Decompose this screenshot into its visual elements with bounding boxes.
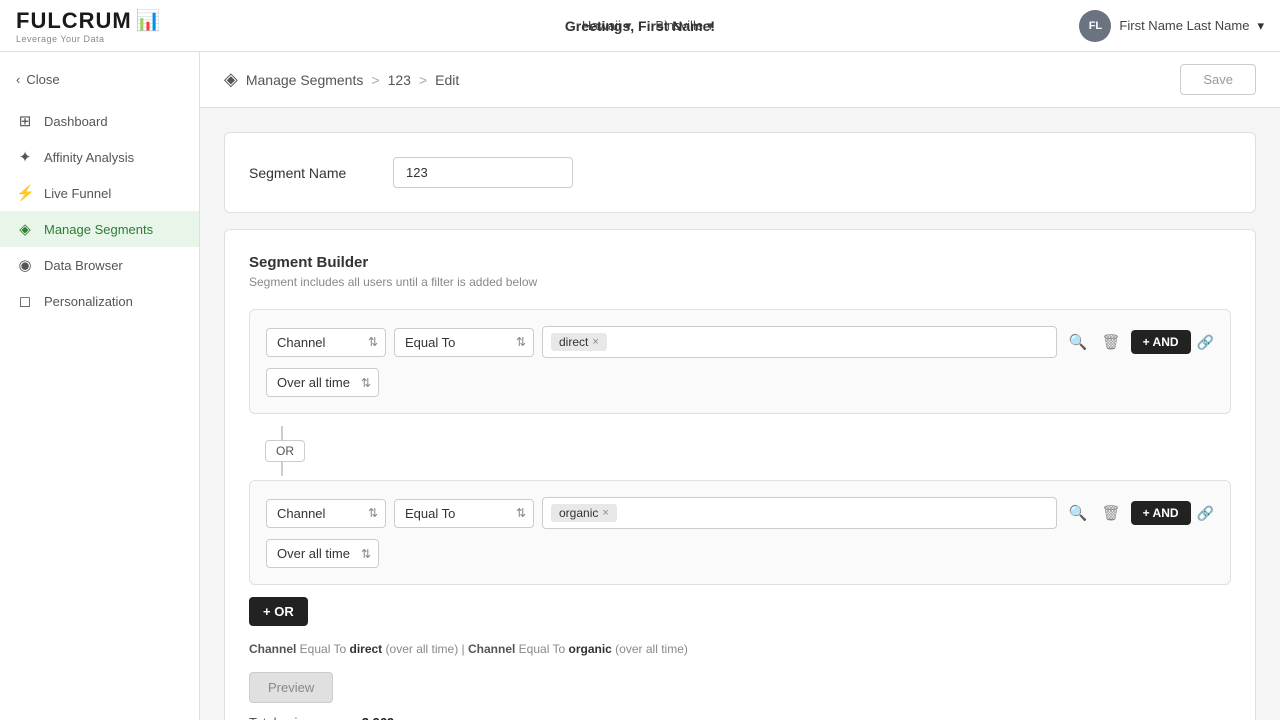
remove-tag-direct[interactable]: × <box>592 336 598 348</box>
topbar: FULCRUM 📊 Leverage Your Data Hawaii ▾ Bi… <box>0 0 1280 52</box>
search-button-2[interactable]: 🔍 <box>1065 500 1092 526</box>
personalization-icon: ◻ <box>16 292 34 310</box>
dashboard-icon: ⊞ <box>16 112 34 130</box>
preview-button[interactable]: Preview <box>249 672 333 703</box>
filter-actions-1: 🔍 🗑 + AND 🔗 <box>1065 329 1214 355</box>
save-button[interactable]: Save <box>1180 64 1256 95</box>
time-select-wrap-2: Over all time <box>266 539 379 568</box>
breadcrumb-sep2: > <box>419 72 427 88</box>
segments-icon: ◈ <box>16 220 34 238</box>
remove-tag-organic[interactable]: × <box>602 507 608 519</box>
filter-tags-area-2: organic × <box>542 497 1057 529</box>
builder-subtitle: Segment includes all users until a filte… <box>249 275 1231 289</box>
or-label: OR <box>265 440 305 462</box>
channel-select-wrap-2: Channel <box>266 499 386 528</box>
add-and-button-2[interactable]: + AND <box>1131 501 1191 525</box>
channel-select-1[interactable]: Channel <box>266 328 386 357</box>
close-button[interactable]: ‹ Close <box>0 64 199 95</box>
filter-group-2: Channel Equal To organic × <box>249 480 1231 585</box>
channel-select-wrap-1: Channel <box>266 328 386 357</box>
filter-row-1: Channel Equal To direct × <box>266 326 1214 358</box>
link-button-2[interactable]: 🔗 <box>1197 505 1214 522</box>
segment-name-row: Segment Name <box>249 157 1231 188</box>
greeting: Greetings, First Name! <box>565 18 715 34</box>
segment-name-input[interactable] <box>393 157 573 188</box>
chevron-left-icon: ‹ <box>16 72 20 87</box>
search-button-1[interactable]: 🔍 <box>1065 329 1092 355</box>
breadcrumb-icon: ◈ <box>224 69 238 90</box>
affinity-icon: ✦ <box>16 148 34 166</box>
or-connector: OR <box>265 426 1231 476</box>
total-users: Total unique users: 3,969 <box>249 715 1231 720</box>
layout: ‹ Close ⊞ Dashboard ✦ Affinity Analysis … <box>0 52 1280 720</box>
user-name: First Name Last Name <box>1119 18 1249 33</box>
segment-name-label: Segment Name <box>249 165 369 181</box>
filter-row-2: Channel Equal To organic × <box>266 497 1214 529</box>
filter-time-row-2: Over all time <box>266 539 1214 568</box>
channel-select-2[interactable]: Channel <box>266 499 386 528</box>
sidebar: ‹ Close ⊞ Dashboard ✦ Affinity Analysis … <box>0 52 200 720</box>
chevron-down-icon: ▾ <box>1257 18 1264 34</box>
page-header: ◈ Manage Segments > 123 > Edit Save <box>200 52 1280 108</box>
sidebar-item-databrowser[interactable]: ◉ Data Browser <box>0 247 199 283</box>
page-content: Segment Name Segment Builder Segment inc… <box>200 108 1280 720</box>
logo: FULCRUM 📊 Leverage Your Data <box>16 8 216 44</box>
condition-select-wrap-2: Equal To <box>394 499 534 528</box>
breadcrumb-action: Edit <box>435 72 459 88</box>
sidebar-item-dashboard[interactable]: ⊞ Dashboard <box>0 103 199 139</box>
sidebar-item-affinity[interactable]: ✦ Affinity Analysis <box>0 139 199 175</box>
segment-name-card: Segment Name <box>224 132 1256 213</box>
condition-select-2[interactable]: Equal To <box>394 499 534 528</box>
filter-time-row-1: Over all time <box>266 368 1214 397</box>
time-select-wrap-1: Over all time <box>266 368 379 397</box>
filter-summary: Channel Equal To direct (over all time) … <box>249 642 1231 656</box>
condition-select-1[interactable]: Equal To <box>394 328 534 357</box>
time-select-1[interactable]: Over all time <box>266 368 379 397</box>
delete-button-1[interactable]: 🗑 <box>1098 329 1125 355</box>
builder-title: Segment Builder <box>249 254 1231 271</box>
logo-name: FULCRUM 📊 <box>16 8 162 34</box>
filter-tags-area-1: direct × <box>542 326 1057 358</box>
add-and-button-1[interactable]: + AND <box>1131 330 1191 354</box>
breadcrumb-sep1: > <box>371 72 379 88</box>
user-menu[interactable]: FL First Name Last Name ▾ <box>1079 10 1264 42</box>
main-content: ◈ Manage Segments > 123 > Edit Save Segm… <box>200 52 1280 720</box>
filter-group-1: Channel Equal To direct × <box>249 309 1231 414</box>
delete-button-2[interactable]: 🗑 <box>1098 500 1125 526</box>
databrowser-icon: ◉ <box>16 256 34 274</box>
funnel-icon: ⚡ <box>16 184 34 202</box>
filter-tag-organic: organic × <box>551 504 617 522</box>
filter-actions-2: 🔍 🗑 + AND 🔗 <box>1065 500 1214 526</box>
time-select-2[interactable]: Over all time <box>266 539 379 568</box>
link-button-1[interactable]: 🔗 <box>1197 334 1214 351</box>
add-or-button[interactable]: + OR <box>249 597 308 626</box>
builder-card: Segment Builder Segment includes all use… <box>224 229 1256 720</box>
breadcrumb-section: Manage Segments <box>246 72 364 88</box>
breadcrumb-id: 123 <box>388 72 411 88</box>
breadcrumb: ◈ Manage Segments > 123 > Edit <box>224 69 459 90</box>
sidebar-item-livefunnel[interactable]: ⚡ Live Funnel <box>0 175 199 211</box>
filter-tag-direct: direct × <box>551 333 607 351</box>
sidebar-item-personalization[interactable]: ◻ Personalization <box>0 283 199 319</box>
logo-icon: 📊 <box>136 8 162 33</box>
logo-sub: Leverage Your Data <box>16 34 162 44</box>
avatar: FL <box>1079 10 1111 42</box>
condition-select-wrap-1: Equal To <box>394 328 534 357</box>
sidebar-item-managesegments[interactable]: ◈ Manage Segments <box>0 211 199 247</box>
